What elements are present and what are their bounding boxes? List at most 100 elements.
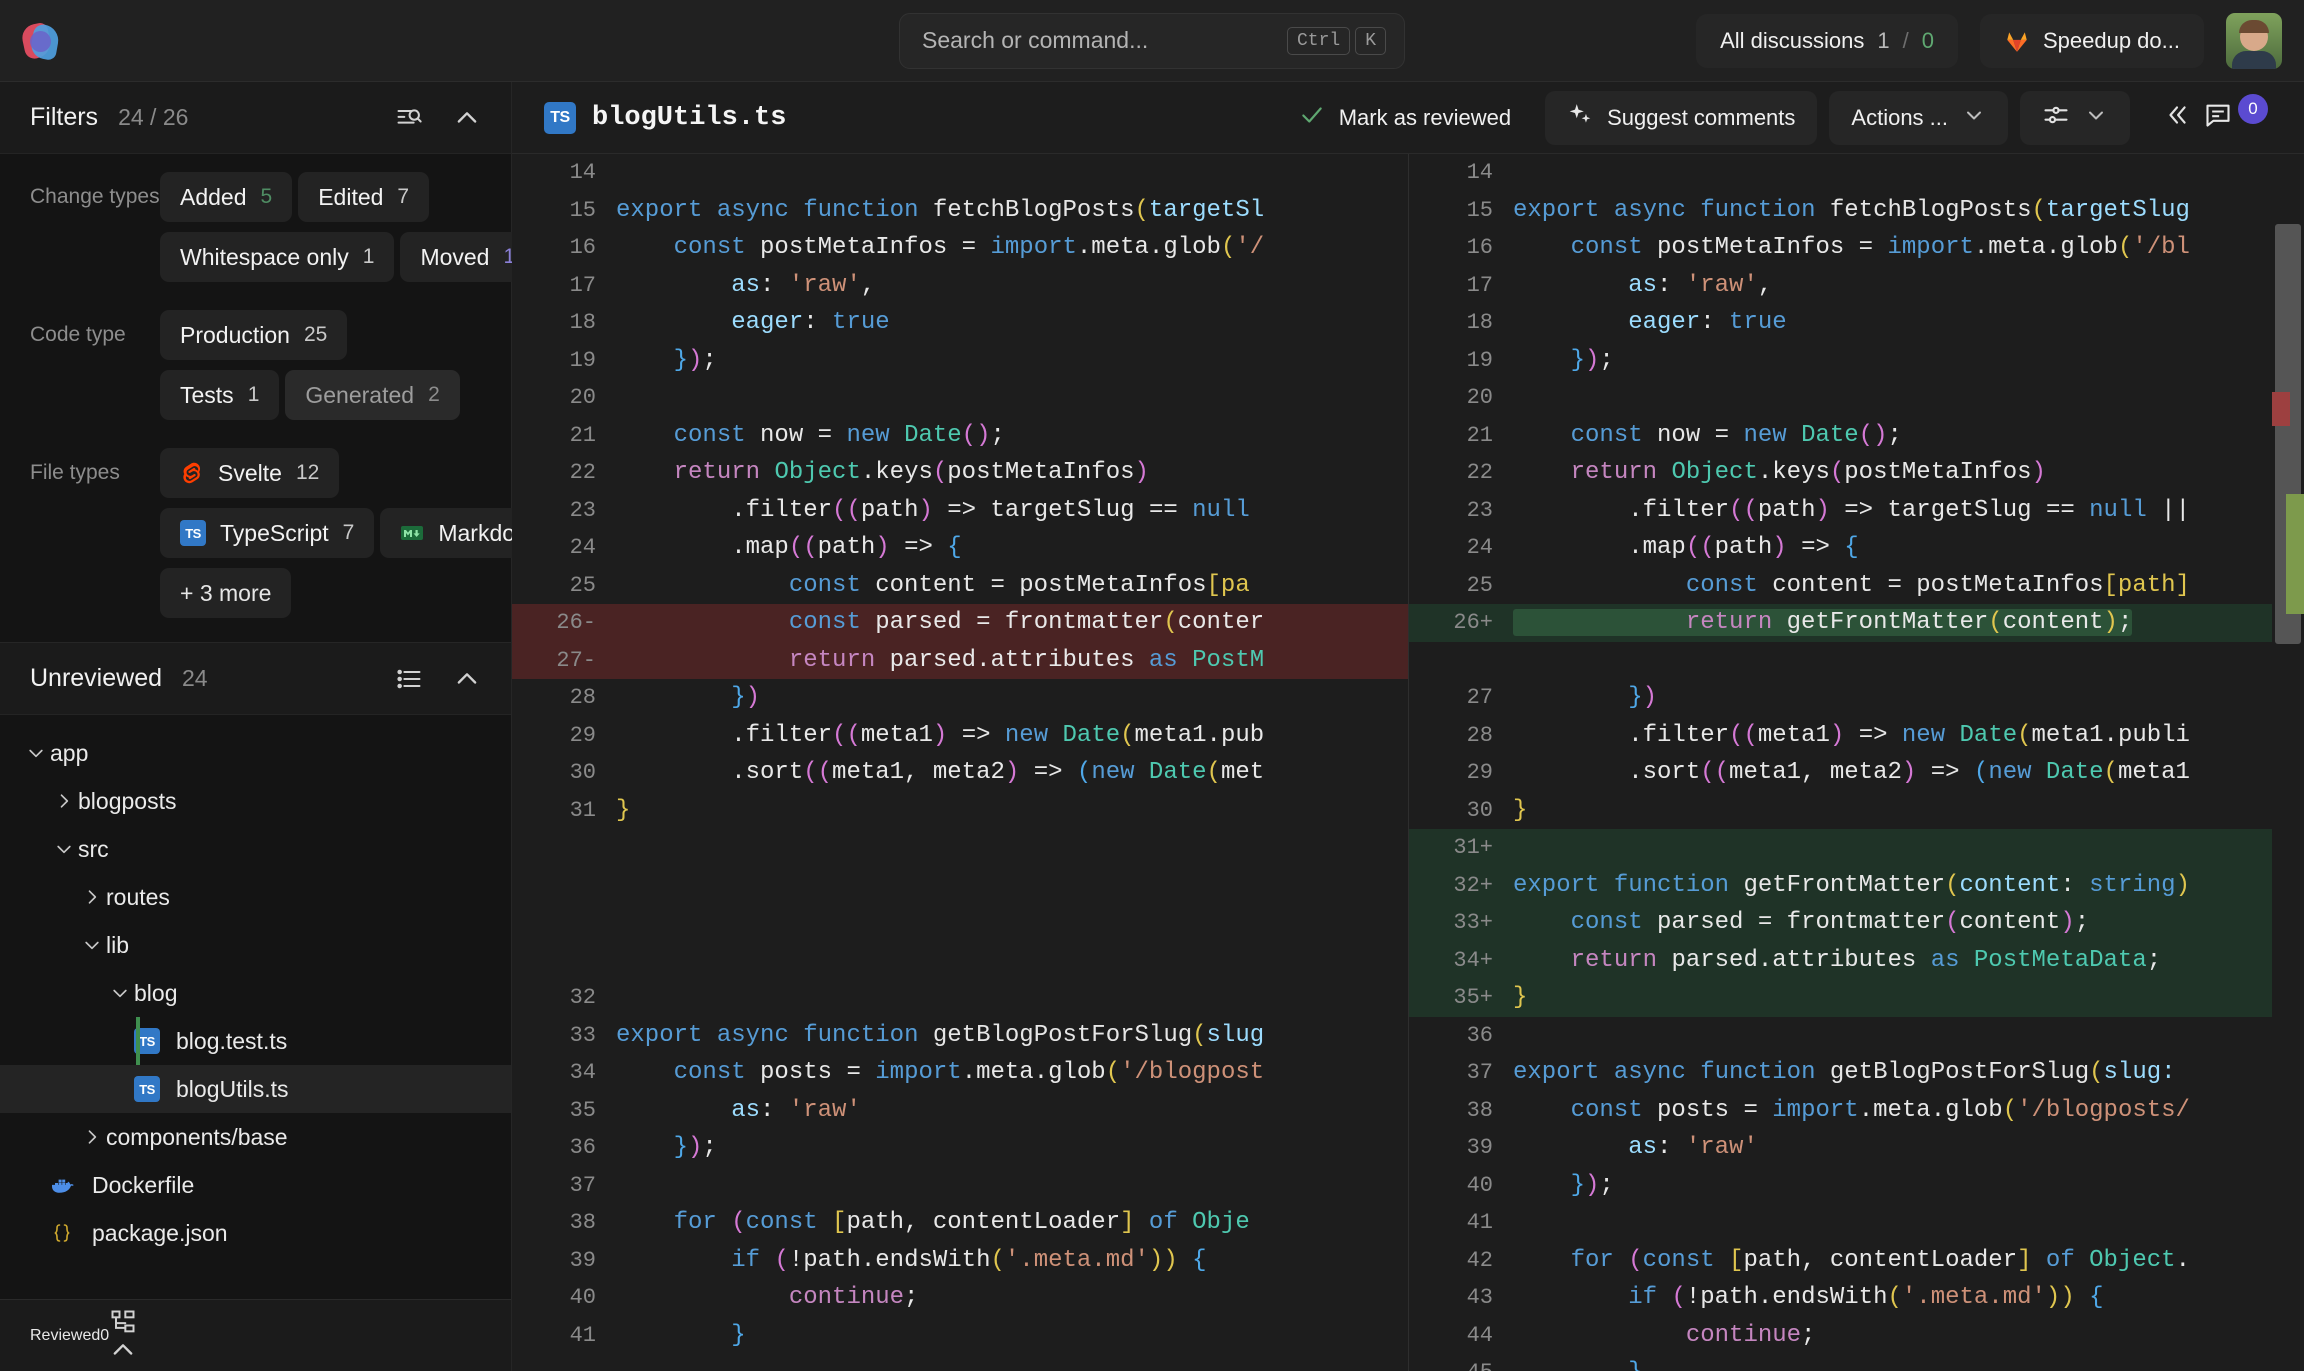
avatar[interactable] <box>2226 12 2282 69</box>
diff-line-context[interactable]: 31} <box>512 792 1408 830</box>
diff-line-removed[interactable]: 26- const parsed = frontmatter(conter <box>512 604 1408 642</box>
diff-line-context[interactable]: 28 .filter((meta1) => new Date(meta1.pub… <box>1409 717 2304 755</box>
diff-line-context[interactable]: 21 const now = new Date(); <box>512 417 1408 455</box>
diff-line-filler[interactable] <box>1409 642 2304 680</box>
diff-scrollbar[interactable] <box>2272 154 2304 1371</box>
diff-line-context[interactable]: 32 <box>512 979 1408 1017</box>
diff-line-filler[interactable] <box>512 867 1408 905</box>
diff-line-context[interactable]: 22 return Object.keys(postMetaInfos) <box>1409 454 2304 492</box>
mark-as-reviewed-button[interactable]: Mark as reviewed <box>1277 91 1533 145</box>
tree-item-routes[interactable]: routes <box>0 873 511 921</box>
diff-line-context[interactable]: 39 if (!path.endsWith('.meta.md')) { <box>512 1242 1408 1280</box>
diff-pane-new[interactable]: 14 15 export async function fetchBlogPosts… <box>1408 154 2304 1371</box>
filter-chip-added[interactable]: Added 5 <box>160 172 293 222</box>
diff-line-context[interactable]: 24 .map((path) => { <box>512 529 1408 567</box>
tree-item-blogutils-ts[interactable]: TS blogUtils.ts <box>0 1065 511 1113</box>
chevron-right-icon[interactable] <box>78 1127 106 1147</box>
tree-item-src[interactable]: src <box>0 825 511 873</box>
diff-line-context[interactable]: 14 <box>1409 154 2304 192</box>
diff-line-added[interactable]: 31+ <box>1409 829 2304 867</box>
diff-line-context[interactable]: 19 }); <box>512 342 1408 380</box>
tree-item-package-json[interactable]: package.json <box>0 1209 511 1257</box>
diff-line-context[interactable]: 23 .filter((path) => targetSlug == null <box>512 492 1408 530</box>
diff-line-filler[interactable] <box>512 904 1408 942</box>
filter-search-icon[interactable] <box>395 104 423 132</box>
diff-line-context[interactable]: 20 <box>1409 379 2304 417</box>
diff-line-context[interactable]: 18 eager: true <box>1409 304 2304 342</box>
filter-chip-3-more[interactable]: + 3 more <box>160 568 292 618</box>
tree-item-dockerfile[interactable]: Dockerfile <box>0 1161 511 1209</box>
chevron-right-icon[interactable] <box>50 791 78 811</box>
diff-line-context[interactable]: 17 as: 'raw', <box>1409 267 2304 305</box>
tree-item-lib[interactable]: lib <box>0 921 511 969</box>
diff-line-context[interactable]: 30} <box>1409 792 2304 830</box>
tree-item-components-base[interactable]: components/base <box>0 1113 511 1161</box>
tree-item-blogposts[interactable]: blogposts <box>0 777 511 825</box>
diff-line-context[interactable]: 41 } <box>512 1317 1408 1355</box>
diff-line-added[interactable]: 26+ return getFrontMatter(content); <box>1409 604 2304 642</box>
suggest-comments-button[interactable]: Suggest comments <box>1545 90 1818 145</box>
tree-item-app[interactable]: app <box>0 729 511 777</box>
diff-line-filler[interactable] <box>512 829 1408 867</box>
diff-line-context[interactable]: 30 .sort((meta1, meta2) => (new Date(met <box>512 754 1408 792</box>
diff-line-context[interactable]: 37 export async function getBlogPostForSl… <box>1409 1054 2304 1092</box>
diff-line-context[interactable]: 15 export async function fetchBlogPosts(t… <box>512 192 1408 230</box>
chevron-right-icon[interactable] <box>78 887 106 907</box>
diff-line-context[interactable]: 17 as: 'raw', <box>512 267 1408 305</box>
filter-chip-tests[interactable]: Tests 1 <box>160 370 280 420</box>
chevron-down-icon[interactable] <box>106 983 134 1003</box>
diff-line-context[interactable]: 16 const postMetaInfos = import.meta.glo… <box>1409 229 2304 267</box>
diff-line-context[interactable]: 24 .map((path) => { <box>1409 529 2304 567</box>
reviewed-header[interactable]: Reviewed 0 <box>0 1299 511 1371</box>
search-input[interactable]: Search or command... Ctrl K <box>899 12 1405 69</box>
diff-line-context[interactable]: 21 const now = new Date(); <box>1409 417 2304 455</box>
diff-line-context[interactable]: 41 <box>1409 1204 2304 1242</box>
diff-line-context[interactable]: 38 for (const [path, contentLoader] of O… <box>512 1204 1408 1242</box>
diff-line-context[interactable]: 20 <box>512 379 1408 417</box>
tree-item-blog[interactable]: blog <box>0 969 511 1017</box>
diff-line-added[interactable]: 35+} <box>1409 979 2304 1017</box>
diff-line-context[interactable]: 29 .sort((meta1, meta2) => (new Date(met… <box>1409 754 2304 792</box>
diff-line-context[interactable]: 14 <box>512 154 1408 192</box>
diff-line-context[interactable]: 36 }); <box>512 1129 1408 1167</box>
diff-line-context[interactable]: 45 } <box>1409 1354 2304 1371</box>
diff-line-context[interactable]: 25 const content = postMetaInfos[path] <box>1409 567 2304 605</box>
diff-line-context[interactable]: 39 as: 'raw' <box>1409 1129 2304 1167</box>
diff-line-added[interactable]: 32+ export function getFrontMatter(conten… <box>1409 866 2304 904</box>
diff-line-context[interactable]: 37 <box>512 1167 1408 1205</box>
filter-chip-production[interactable]: Production 25 <box>160 310 348 360</box>
diff-line-context[interactable]: 15 export async function fetchBlogPosts(t… <box>1409 192 2304 230</box>
diff-line-context[interactable]: 19 }); <box>1409 342 2304 380</box>
toggle-comments-panel-button[interactable]: 0 <box>2142 91 2290 145</box>
diff-line-context[interactable]: 43 if (!path.endsWith('.meta.md')) { <box>1409 1279 2304 1317</box>
diff-line-removed[interactable]: 27- return parsed.attributes as PostM <box>512 641 1408 679</box>
diff-line-context[interactable]: 27 }) <box>1409 679 2304 717</box>
diff-pane-old[interactable]: 14 15 export async function fetchBlogPosts… <box>512 154 1408 1371</box>
tree-item-blog-test-ts[interactable]: TS blog.test.ts <box>0 1017 511 1065</box>
diff-line-context[interactable]: 36 <box>1409 1017 2304 1055</box>
tree-view-icon[interactable] <box>109 1308 137 1336</box>
diff-line-context[interactable]: 40 continue; <box>512 1279 1408 1317</box>
diff-line-context[interactable]: 38 const posts = import.meta.glob('/blog… <box>1409 1092 2304 1130</box>
chevron-down-icon[interactable] <box>78 935 106 955</box>
filter-chip-whitespace-only[interactable]: Whitespace only 1 <box>160 232 395 282</box>
unreviewed-collapse-chevron-up-icon[interactable] <box>453 665 481 693</box>
chevron-down-icon[interactable] <box>50 839 78 859</box>
list-view-icon[interactable] <box>395 665 423 693</box>
filter-chip-svelte[interactable]: Svelte 12 <box>160 448 340 498</box>
project-button[interactable]: Speedup do... <box>1979 13 2204 68</box>
diff-line-context[interactable]: 23 .filter((path) => targetSlug == null … <box>1409 492 2304 530</box>
diff-line-context[interactable]: 35 as: 'raw' <box>512 1092 1408 1130</box>
diff-line-context[interactable]: 44 continue; <box>1409 1317 2304 1355</box>
diff-line-context[interactable]: 33 export async function getBlogPostForSl… <box>512 1017 1408 1055</box>
filter-chip-edited[interactable]: Edited 7 <box>298 172 430 222</box>
diff-line-added[interactable]: 34+ return parsed.attributes as PostMeta… <box>1409 941 2304 979</box>
diff-line-context[interactable]: 34 const posts = import.meta.glob('/blog… <box>512 1054 1408 1092</box>
reviewed-collapse-chevron-up-icon[interactable] <box>109 1336 137 1364</box>
diff-line-context[interactable]: 42 for (const [path, contentLoader] of O… <box>1409 1242 2304 1280</box>
all-discussions-button[interactable]: All discussions 1 / 0 <box>1696 13 1958 68</box>
diff-line-context[interactable]: 22 return Object.keys(postMetaInfos) <box>512 454 1408 492</box>
diff-line-added[interactable]: 33+ const parsed = frontmatter(content); <box>1409 904 2304 942</box>
diff-line-filler[interactable] <box>512 942 1408 980</box>
diff-line-context[interactable]: 16 const postMetaInfos = import.meta.glo… <box>512 229 1408 267</box>
